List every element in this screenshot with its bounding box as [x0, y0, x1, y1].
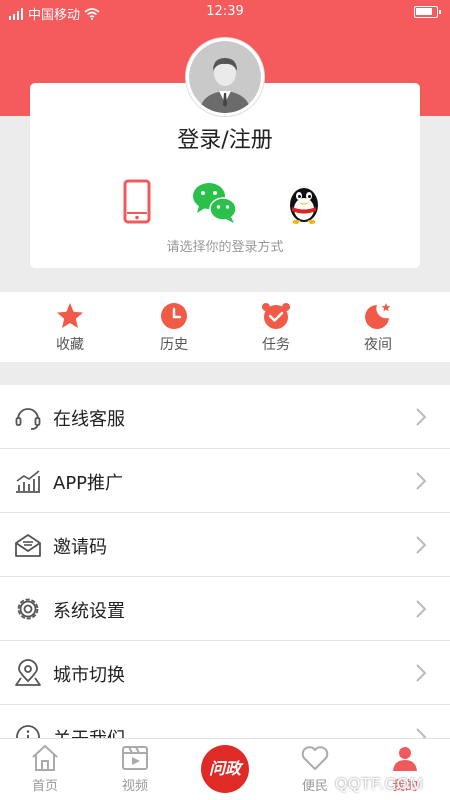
quick-actions: 收藏 历史 任务 夜间: [0, 292, 450, 362]
menu-app-promotion-label: APP推广: [53, 473, 124, 494]
chevron-right-icon: [416, 600, 427, 618]
alarm-icon: [262, 303, 290, 329]
quick-history-label: 历史: [160, 337, 188, 353]
menu-city-switch[interactable]: 城市切换: [0, 641, 450, 705]
wechat-login-button[interactable]: [191, 178, 239, 226]
qq-icon: [290, 188, 318, 224]
menu-invite-code[interactable]: 邀请码: [0, 513, 450, 577]
gear-icon: [17, 598, 39, 620]
qq-login-button[interactable]: [280, 178, 328, 226]
menu-city-switch-label: 城市切换: [53, 665, 125, 686]
login-register-link[interactable]: 登录/注册: [0, 122, 450, 154]
chevron-right-icon: [416, 472, 427, 490]
login-methods: [0, 178, 450, 226]
menu-online-service-label: 在线客服: [53, 409, 125, 430]
video-icon: [122, 746, 148, 770]
tab-home-label: 首页: [31, 779, 58, 794]
wechat-icon: [193, 183, 237, 223]
menu-app-promotion[interactable]: APP推广: [0, 449, 450, 513]
quick-favorites[interactable]: 收藏: [30, 302, 110, 354]
chevron-right-icon: [416, 408, 427, 426]
quick-tasks[interactable]: 任务: [236, 302, 316, 354]
envelope-icon: [15, 534, 41, 557]
phone-login-button[interactable]: [113, 178, 161, 226]
chevron-right-icon: [416, 664, 427, 682]
watermark: QQTF.COM: [335, 776, 424, 793]
menu-list: 在线客服 APP推广 邀请码 系统设置 城市切换: [0, 385, 450, 769]
menu-system-settings-label: 系统设置: [53, 601, 125, 622]
chevron-right-icon: [416, 536, 427, 554]
default-avatar-icon: [189, 41, 261, 113]
heart-icon: [301, 746, 329, 770]
user-icon: [393, 747, 417, 771]
menu-invite-code-label: 邀请码: [53, 537, 107, 558]
tab-video-label: 视频: [121, 779, 148, 794]
quick-favorites-label: 收藏: [56, 337, 84, 353]
quick-night-mode[interactable]: 夜间: [338, 302, 418, 354]
tab-video[interactable]: 视频: [100, 743, 170, 794]
chart-icon: [16, 470, 40, 493]
quick-history[interactable]: 历史: [134, 302, 214, 354]
headset-icon: [15, 408, 41, 430]
home-icon: [32, 745, 58, 771]
quick-tasks-label: 任务: [262, 337, 290, 353]
star-icon: [57, 303, 83, 328]
tab-home[interactable]: 首页: [10, 743, 80, 794]
battery-icon: [414, 6, 441, 18]
avatar[interactable]: [186, 38, 264, 116]
menu-online-service[interactable]: 在线客服: [0, 385, 450, 449]
location-icon: [15, 659, 41, 686]
quick-night-mode-label: 夜间: [364, 337, 392, 353]
status-time: 12:39: [206, 4, 244, 19]
tab-wenzheng-logo[interactable]: 问政: [201, 745, 249, 793]
menu-system-settings[interactable]: 系统设置: [0, 577, 450, 641]
battery-fill: [416, 8, 432, 15]
status-bar: 中国移动 12:39: [0, 0, 450, 24]
moon-icon: [365, 303, 391, 329]
login-hint: 请选择你的登录方式: [166, 240, 284, 255]
clock-icon: [161, 303, 187, 329]
phone-icon: [123, 179, 151, 224]
